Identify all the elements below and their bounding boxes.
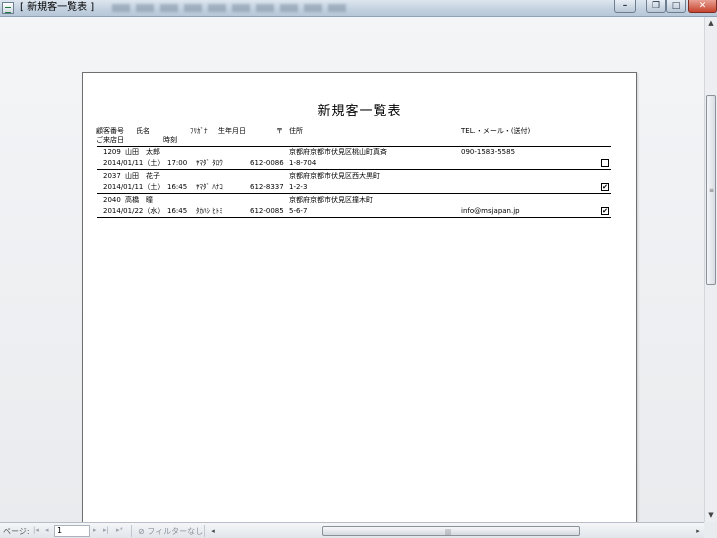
row1-contact: 090-1583-5585 [461,148,516,156]
header-rule [97,146,611,147]
filter-status[interactable]: ⊘ フィルターなし [138,526,203,537]
maximize-button[interactable]: □ [666,0,686,13]
row2-address-line2: 1-2-3 [289,183,308,191]
row1-sent-checkbox[interactable] [601,159,609,167]
row2-name: 山田 花子 [125,172,160,180]
row3-contact: info@msjapan.jp [461,207,520,215]
grip-icon: ||| [445,529,452,536]
blurred-window-caption [112,4,352,12]
report-app-icon[interactable] [2,2,14,14]
row2-address-line1: 京都府京都市伏見区西大黒町 [289,172,380,180]
row3-visit-date: 2014/01/22（水） [103,207,165,215]
row-rule [97,169,611,170]
previous-page-icon[interactable]: ◂ [45,526,49,534]
row3-address-line2: 5-6-7 [289,207,308,215]
row2-sent-checkbox[interactable]: ✔ [601,183,609,191]
header-visit-date: ご来店日 [96,136,124,144]
record-navigation-bar: ページ: |◂ ◂ 1 ▸ ▸| ▸* ⊘ フィルターなし ◂ ||| ▸ [0,522,717,538]
row3-time: 16:45 [167,207,188,215]
report-page: 新規客一覧表 顧客番号 氏名 ﾌﾘｶﾞﾅ 生年月日 〒 住所 TEL.・メール・… [82,72,637,522]
first-page-icon[interactable]: |◂ [33,526,39,534]
window-titlebar: [ 新規客一覧表 ] – ❐ □ ✕ [0,0,717,17]
close-button[interactable]: ✕ [688,0,717,13]
scroll-up-icon[interactable]: ▲ [705,17,717,29]
page-label: ページ: [3,527,30,536]
header-contact: TEL.・メール・(送付) [461,127,531,135]
restore-icon: ❐ [651,1,661,11]
no-filter-icon: ⊘ [138,527,145,536]
row2-zip: 612-8337 [250,183,284,191]
minimize-icon: – [622,1,628,11]
restore-button[interactable]: ❐ [646,0,666,13]
horizontal-scrollbar[interactable]: ◂ ||| ▸ [207,524,704,538]
header-furigana: ﾌﾘｶﾞﾅ [190,127,208,135]
maximize-icon: □ [671,1,681,11]
row3-address-line1: 京都府京都市伏見区撞木町 [289,196,373,204]
filter-label: フィルターなし [147,527,204,536]
vertical-scrollbar[interactable]: ▲ ≡ ▼ [704,17,717,522]
checkmark-icon: ✔ [602,207,608,215]
header-birthdate: 生年月日 [218,127,246,135]
row1-furigana: ﾔﾏﾀﾞ ﾀﾛｳ [196,159,223,167]
row1-address-line1: 京都府京都市伏見区桃山町真斉 [289,148,387,156]
next-page-icon[interactable]: ▸ [93,526,97,534]
separator [204,525,205,537]
close-icon: ✕ [698,1,707,11]
row1-zip: 612-0086 [250,159,284,167]
scroll-right-icon[interactable]: ▸ [692,524,704,538]
resize-grip[interactable] [704,522,717,538]
header-customer-no: 顧客番号 [96,127,124,135]
row2-time: 16:45 [167,183,188,191]
row3-sent-checkbox[interactable]: ✔ [601,207,609,215]
row-rule [97,193,611,194]
row1-customer-no: 1209 [103,148,121,156]
minimize-button[interactable]: – [614,0,636,13]
row3-name: 高橋 瞳 [125,196,153,204]
header-name: 氏名 [136,127,150,135]
header-address: 住所 [289,127,303,135]
row2-furigana: ﾔﾏﾀﾞ ﾊﾅｺ [196,183,223,191]
row2-visit-date: 2014/01/11（土） [103,183,165,191]
row-rule [97,217,611,218]
row1-time: 17:00 [167,159,188,167]
row1-name: 山田 太郎 [125,148,160,156]
checkmark-icon: ✔ [602,183,608,191]
separator [131,525,132,537]
row1-visit-date: 2014/01/11（土） [103,159,165,167]
row3-customer-no: 2040 [103,196,121,204]
page-number-input[interactable]: 1 [54,525,90,537]
header-time: 時刻 [163,136,177,144]
scroll-left-icon[interactable]: ◂ [207,524,219,538]
row3-zip: 612-0085 [250,207,284,215]
new-record-icon[interactable]: ▸* [116,526,123,534]
scroll-down-icon[interactable]: ▼ [705,509,717,521]
window-title: [ 新規客一覧表 ] [20,2,95,13]
header-zip: 〒 [276,127,283,135]
vertical-scroll-thumb[interactable]: ≡ [706,95,716,285]
report-title: 新規客一覧表 [317,104,402,119]
row2-customer-no: 2037 [103,172,121,180]
row1-address-line2: 1-8-704 [289,159,317,167]
grip-icon: ≡ [709,187,715,194]
horizontal-scroll-thumb[interactable]: ||| [322,526,580,536]
row3-furigana: ﾀｶﾊｼ ﾋﾄﾐ [196,207,223,215]
last-page-icon[interactable]: ▸| [103,526,109,534]
